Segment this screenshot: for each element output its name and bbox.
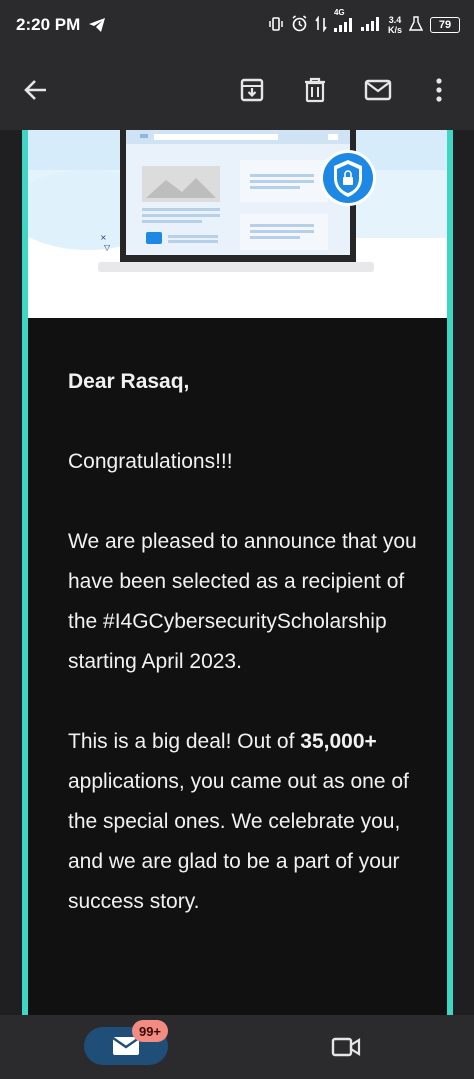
- applications-count: 35,000+: [300, 730, 377, 753]
- signal-icon-2: [360, 16, 381, 34]
- email-paragraph-2: This is a big deal! Out of 35,000+ appli…: [68, 730, 409, 913]
- back-arrow-icon: [24, 80, 46, 100]
- laptop-security-illustration: × ▽: [28, 130, 447, 272]
- mark-unread-button[interactable]: [356, 68, 400, 112]
- video-camera-icon: [331, 1037, 361, 1057]
- status-time: 2:20 PM: [16, 15, 81, 34]
- email-card: × ▽ Dear Rasaq, Congratulations!!! We ar…: [22, 130, 453, 1015]
- alarm-icon: [291, 15, 308, 35]
- svg-text:×: ×: [100, 233, 107, 242]
- network-speed: 3.4 K/s: [387, 15, 402, 35]
- app-bar: [0, 50, 474, 130]
- archive-button[interactable]: [230, 68, 274, 112]
- email-content[interactable]: × ▽ Dear Rasaq, Congratulations!!! We ar…: [0, 130, 474, 1015]
- trash-icon: [305, 77, 325, 103]
- back-button[interactable]: [14, 68, 58, 112]
- email-paragraph-1: We are pleased to announce that you have…: [68, 530, 417, 673]
- status-icons: 4G 3.4 K/s 79: [268, 8, 460, 35]
- signal-icon: 4G: [333, 8, 354, 32]
- email-congrats: Congratulations!!!: [68, 450, 233, 473]
- lab-icon: [408, 15, 424, 35]
- svg-text:▽: ▽: [104, 243, 111, 252]
- email-body: Dear Rasaq, Congratulations!!! We are pl…: [68, 362, 428, 962]
- telegram-icon: [88, 17, 106, 33]
- vibrate-icon: [268, 16, 284, 35]
- bottom-navigation: 99+: [0, 1015, 474, 1079]
- more-vert-icon: [436, 78, 442, 102]
- nav-meet-tab[interactable]: [326, 1029, 366, 1065]
- data-transfer-icon: [315, 14, 327, 35]
- archive-icon: [240, 78, 264, 102]
- mail-count-badge: 99+: [132, 1020, 168, 1042]
- hero-illustration: × ▽: [28, 130, 447, 318]
- status-bar: 2:20 PM 4G 3.4 K/s 79: [0, 0, 474, 50]
- mail-icon: [364, 79, 392, 101]
- delete-button[interactable]: [293, 68, 337, 112]
- battery-indicator: 79: [430, 17, 460, 33]
- network-type: 4G: [333, 8, 345, 17]
- more-options-button[interactable]: [417, 68, 461, 112]
- email-greeting: Dear Rasaq,: [68, 370, 190, 393]
